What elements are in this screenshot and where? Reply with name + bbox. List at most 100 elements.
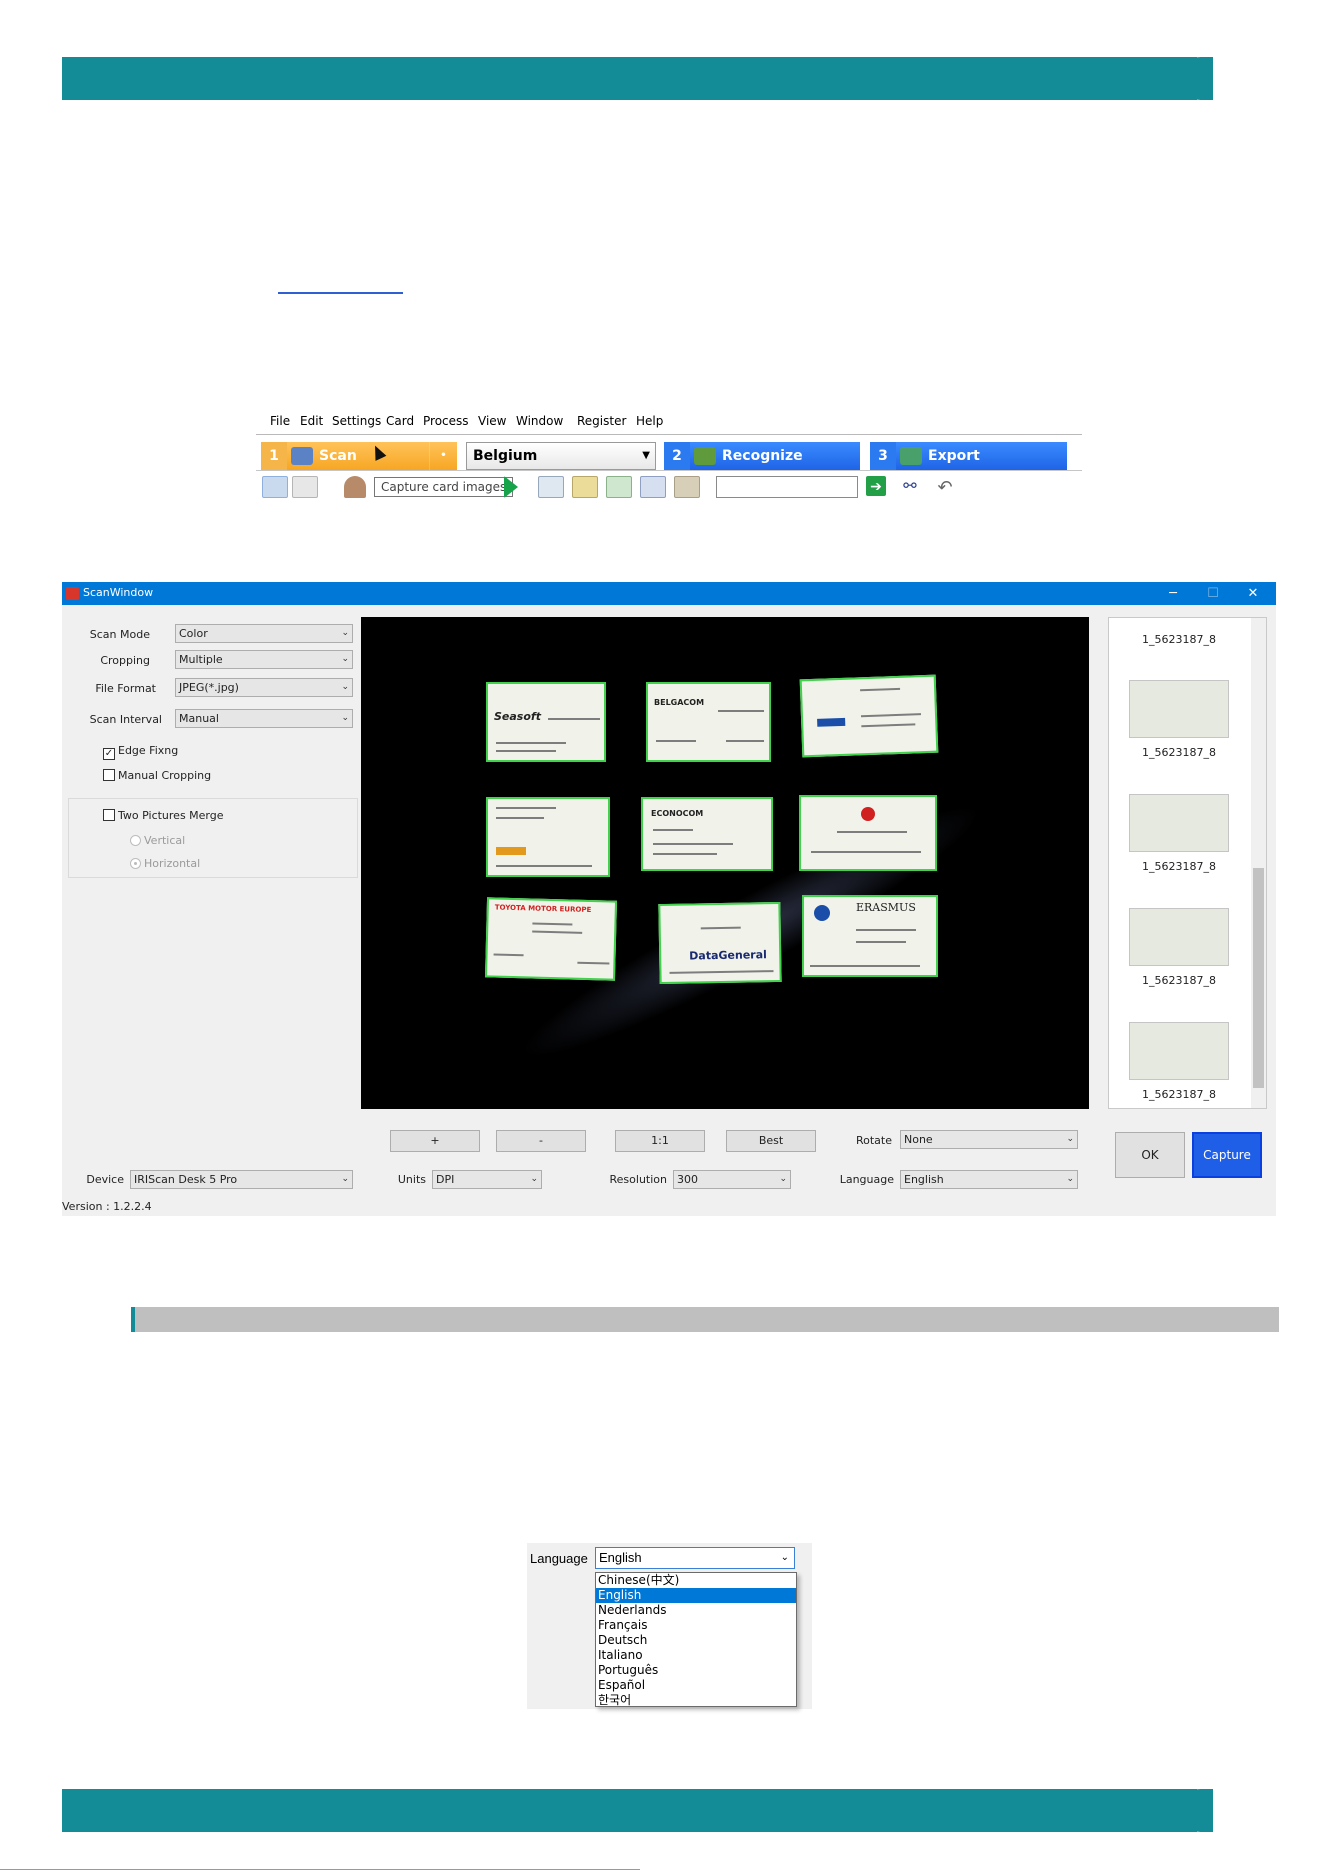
- thumbnail-scrollbar[interactable]: [1251, 618, 1266, 1108]
- menu-settings[interactable]: Settings: [332, 414, 381, 428]
- file-format-value: JPEG(*.jpg): [179, 681, 239, 694]
- language-option[interactable]: Deutsch: [596, 1633, 796, 1648]
- file-format-select[interactable]: JPEG(*.jpg) ⌄: [175, 678, 353, 697]
- edge-fixing-checkbox[interactable]: ✓ Edge Fixng: [103, 744, 178, 760]
- card-icon[interactable]: [572, 476, 598, 498]
- camera-capture-icon[interactable]: [344, 476, 366, 498]
- search-input[interactable]: [716, 476, 858, 498]
- country-select[interactable]: Belgium ▼: [466, 442, 656, 470]
- zoom-in-button[interactable]: +: [390, 1130, 480, 1152]
- units-value: DPI: [436, 1173, 455, 1186]
- rotate-select[interactable]: None ⌄: [900, 1130, 1078, 1149]
- thumbnail-caption: 1_5623187_8: [1142, 1088, 1216, 1101]
- business-card[interactable]: BELGACOM: [646, 682, 771, 762]
- thumbnail-caption: 1_5623187_8: [1142, 974, 1216, 987]
- business-card[interactable]: TOYOTA MOTOR EUROPE: [484, 897, 618, 981]
- thumbnail-image[interactable]: [1129, 680, 1229, 738]
- thumbnail-list[interactable]: 1_5623187_8 1_5623187_8 1_5623187_8 1_56…: [1108, 617, 1267, 1109]
- business-card[interactable]: [799, 674, 939, 758]
- section-header-bar: [131, 1307, 1279, 1332]
- binoculars-icon[interactable]: ⚯: [900, 476, 920, 498]
- resolution-label: Resolution: [609, 1173, 667, 1186]
- best-fit-button[interactable]: Best: [726, 1130, 816, 1152]
- menu-file[interactable]: File: [270, 414, 290, 428]
- business-card[interactable]: ECONOCOM: [641, 797, 773, 871]
- scan-interval-select[interactable]: Manual ⌄: [175, 709, 353, 728]
- card-list-view-icon[interactable]: [292, 476, 318, 498]
- menu-card[interactable]: Card: [386, 414, 414, 428]
- chevron-down-icon: ▼: [642, 450, 650, 461]
- language-option[interactable]: Português: [596, 1663, 796, 1678]
- minimize-icon[interactable]: ─: [1154, 583, 1192, 604]
- menu-view[interactable]: View: [478, 414, 506, 428]
- menu-edit[interactable]: Edit: [300, 414, 323, 428]
- card-edit-icon[interactable]: [606, 476, 632, 498]
- export-step-button[interactable]: 3 Export: [870, 442, 1067, 470]
- scan-mode-value: Color: [179, 627, 208, 640]
- device-select[interactable]: IRIScan Desk 5 Pro ⌄: [130, 1170, 353, 1189]
- thumbnail-image[interactable]: [1129, 1022, 1229, 1080]
- zoom-out-button[interactable]: -: [496, 1130, 586, 1152]
- thumbnail-image[interactable]: [1129, 908, 1229, 966]
- thumbnail-image[interactable]: [1129, 794, 1229, 852]
- scan-batch-icon[interactable]: [538, 476, 564, 498]
- business-card[interactable]: Seasoft: [486, 682, 606, 762]
- export-icon: [900, 447, 922, 465]
- recognize-step-button[interactable]: 2 Recognize: [664, 442, 860, 470]
- business-card[interactable]: ERASMUS: [802, 895, 938, 977]
- hyperlink-underline[interactable]: [278, 292, 403, 294]
- undo-icon[interactable]: ↶: [934, 476, 956, 498]
- language-option[interactable]: Español: [596, 1678, 796, 1693]
- card-text-line: [577, 961, 610, 965]
- scan-step-button[interactable]: 1 Scan •: [261, 442, 457, 470]
- chevron-down-icon: ⌄: [341, 628, 349, 638]
- card-logo: ERASMUS: [856, 901, 916, 914]
- scan-mode-select[interactable]: Color ⌄: [175, 624, 353, 643]
- scan-interval-label: Scan Interval: [89, 713, 162, 726]
- units-select[interactable]: DPI ⌄: [432, 1170, 542, 1189]
- card-export-icon[interactable]: [640, 476, 666, 498]
- step-number: 2: [664, 442, 690, 470]
- app-icon: [66, 587, 79, 600]
- ok-button[interactable]: OK: [1115, 1132, 1185, 1178]
- business-card[interactable]: [799, 795, 937, 871]
- manual-cropping-label: Manual Cropping: [118, 769, 212, 782]
- menu-help[interactable]: Help: [636, 414, 663, 428]
- language-combo[interactable]: English ⌄: [595, 1547, 795, 1569]
- language-option[interactable]: Nederlands: [596, 1603, 796, 1618]
- menu-window[interactable]: Window: [516, 414, 563, 428]
- manual-cropping-checkbox[interactable]: Manual Cropping: [103, 769, 211, 782]
- card-text-line: [496, 865, 592, 867]
- language-option[interactable]: Chinese(中文): [596, 1573, 796, 1588]
- capture-button[interactable]: Capture: [1192, 1132, 1262, 1178]
- card-text-line: [532, 930, 583, 934]
- close-icon[interactable]: ✕: [1234, 583, 1272, 604]
- scan-preview[interactable]: Seasoft BELGACOM ECONOCOM TOYOTA MOTOR E…: [361, 617, 1089, 1109]
- card-text-line: [548, 718, 600, 720]
- actual-size-button[interactable]: 1:1: [615, 1130, 705, 1152]
- chevron-down-icon[interactable]: •: [429, 442, 457, 470]
- scan-interval-value: Manual: [179, 712, 219, 725]
- language-option[interactable]: 한국어: [596, 1693, 796, 1708]
- two-pictures-merge-checkbox[interactable]: Two Pictures Merge: [103, 809, 224, 822]
- maximize-icon[interactable]: ☐: [1194, 583, 1232, 604]
- menu-register[interactable]: Register: [577, 414, 626, 428]
- go-arrow-icon[interactable]: ➔: [866, 476, 886, 496]
- business-card[interactable]: DataGeneral: [658, 901, 782, 985]
- horizontal-radio[interactable]: Horizontal: [130, 857, 200, 870]
- chevron-down-icon: ⌄: [341, 1174, 349, 1184]
- scrollbar-thumb[interactable]: [1253, 868, 1264, 1088]
- menu-process[interactable]: Process: [423, 414, 469, 428]
- card-stack-icon[interactable]: [674, 476, 700, 498]
- language-option-selected[interactable]: English: [596, 1588, 796, 1603]
- language-option[interactable]: Français: [596, 1618, 796, 1633]
- thumbnail-caption: 1_5623187_8: [1142, 633, 1216, 646]
- card-grid-view-icon[interactable]: [262, 476, 288, 498]
- vertical-radio[interactable]: Vertical: [130, 834, 185, 847]
- cropping-select[interactable]: Multiple ⌄: [175, 650, 353, 669]
- resolution-select[interactable]: 300 ⌄: [673, 1170, 791, 1189]
- language-select[interactable]: English ⌄: [900, 1170, 1078, 1189]
- business-card[interactable]: [486, 797, 610, 877]
- language-option[interactable]: Italiano: [596, 1648, 796, 1663]
- units-label: Units: [397, 1173, 426, 1186]
